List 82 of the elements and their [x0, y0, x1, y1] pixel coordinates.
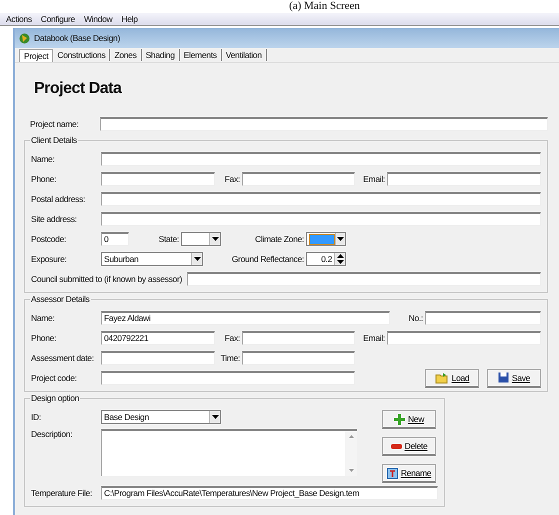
tab[interactable]: Constructions [53, 49, 110, 61]
menu-item[interactable]: Window [84, 14, 112, 24]
input-field[interactable] [242, 351, 355, 365]
action-button[interactable]: Save [487, 368, 541, 388]
group-title: Client Details [30, 135, 78, 145]
field-label: Exposure: [30, 254, 68, 264]
field-label: Phone: [30, 174, 58, 184]
dropdown-arrow-icon [194, 257, 200, 261]
field-label: Temperature File: [30, 488, 94, 498]
field-label: No.: [408, 313, 424, 323]
scroll-down-icon [348, 469, 354, 472]
dropdown[interactable]: Base Design [101, 410, 221, 424]
field-label: Postcode: [30, 234, 68, 244]
plus-icon [394, 414, 405, 424]
field-label: Ground Reflectance: [230, 254, 305, 264]
tab[interactable]: Ventilation [222, 49, 267, 61]
input-field[interactable] [101, 371, 355, 385]
field-label: ID: [30, 412, 42, 422]
input-field[interactable] [101, 172, 215, 186]
spin-box[interactable]: 0.2 [306, 252, 346, 266]
action-button[interactable]: New [382, 410, 436, 429]
tab[interactable]: Zones [110, 49, 142, 61]
input-field[interactable] [242, 331, 355, 345]
input-field[interactable]: 0 [101, 232, 129, 246]
menu-item[interactable]: Actions [6, 14, 32, 24]
figure-caption: (a) Main Screen [289, 0, 360, 13]
group-title: Design option [30, 393, 80, 403]
action-button[interactable]: Load [425, 368, 479, 388]
field-label: Phone: [30, 333, 58, 343]
field-label: Name: [30, 154, 56, 164]
input-field[interactable]: C:\Program Files\AccuRate\Temperatures\New Project_Base Design.tem [101, 486, 438, 500]
minus-icon [390, 444, 402, 448]
input-field[interactable]: Fayez Aldawi [101, 311, 390, 325]
input-field[interactable] [187, 272, 541, 286]
tab[interactable]: Elements [180, 49, 222, 61]
tab[interactable]: Project [19, 48, 54, 62]
input-field[interactable] [101, 351, 215, 365]
field-label: Email: [362, 333, 386, 343]
input-field[interactable] [387, 172, 541, 186]
dropdown[interactable] [181, 232, 221, 246]
field-label: Assessment date: [30, 353, 95, 363]
field-label: Name: [30, 313, 56, 323]
input-field[interactable] [100, 117, 548, 131]
dropdown[interactable] [306, 232, 346, 246]
text-area[interactable] [101, 429, 357, 476]
field-label: Postal address: [30, 194, 86, 204]
field-label: Email: [362, 174, 386, 184]
dropdown-arrow-icon [212, 415, 218, 419]
scrollbar[interactable] [345, 431, 357, 476]
input-field[interactable] [425, 311, 541, 325]
field-label: Site address: [30, 214, 78, 224]
field-label: Fax: [224, 174, 241, 184]
rename-icon [386, 468, 398, 478]
field-label: Climate Zone: [254, 234, 305, 244]
window-title: Databook (Base Design) [34, 33, 120, 43]
input-field[interactable] [101, 152, 541, 166]
field-label: Fax: [224, 333, 241, 343]
input-field[interactable] [101, 192, 541, 206]
action-button[interactable]: Delete [382, 437, 436, 456]
field-label: Description: [30, 429, 74, 439]
input-field[interactable] [387, 331, 541, 345]
menu-item[interactable]: Configure [40, 14, 75, 24]
dropdown-arrow-icon [212, 237, 218, 241]
scroll-up-icon [348, 435, 354, 438]
input-field[interactable] [242, 172, 355, 186]
folder-icon [434, 372, 449, 384]
action-button[interactable]: Rename [382, 464, 436, 483]
dropdown-arrow-icon [337, 237, 344, 241]
dropdown[interactable]: Suburban [101, 252, 203, 266]
field-label: Time: [220, 353, 241, 363]
field-label: Council submitted to (if known by assessor) [30, 274, 184, 284]
field-label: Project name: [29, 119, 80, 129]
app-icon [19, 32, 30, 44]
input-field[interactable] [101, 212, 541, 226]
group-title: Assessor Details [30, 294, 90, 304]
tab[interactable]: Shading [142, 49, 180, 61]
input-field[interactable]: 0420792221 [101, 331, 215, 345]
spinner-arrows-icon [336, 254, 344, 264]
field-label: State: [158, 234, 180, 244]
menu-item[interactable]: Help [121, 14, 138, 24]
field-label: Project code: [30, 373, 78, 383]
page-heading: Project Data [33, 79, 123, 99]
